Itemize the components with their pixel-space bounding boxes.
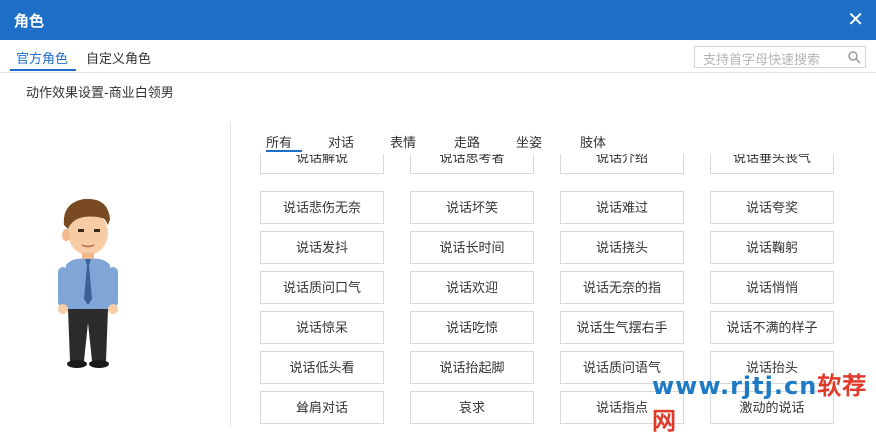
action-button[interactable]: 说话抬起脚 — [410, 351, 534, 384]
tab-sitting[interactable]: 坐姿 — [516, 132, 542, 151]
search-placeholder: 支持首字母快速搜索 — [703, 53, 821, 68]
action-button[interactable]: 说话思考者 — [410, 154, 534, 174]
tab-official-roles[interactable]: 官方角色 — [16, 48, 68, 67]
tab-expression[interactable]: 表情 — [390, 132, 416, 151]
action-button[interactable]: 说话指点 — [560, 391, 684, 424]
close-icon[interactable]: ✕ — [847, 8, 864, 30]
tab-body[interactable]: 肢体 — [580, 132, 606, 151]
action-button[interactable]: 哀求 — [410, 391, 534, 424]
action-button[interactable]: 说话惊呆 — [260, 311, 384, 344]
title-bar: 角色 ✕ — [0, 0, 876, 40]
action-button[interactable]: 说话难过 — [560, 191, 684, 224]
window-title: 角色 — [14, 12, 45, 30]
action-button[interactable]: 说话挠头 — [560, 231, 684, 264]
action-button[interactable]: 激动的说话 — [710, 391, 834, 424]
tab-dialogue[interactable]: 对话 — [328, 132, 354, 151]
tab-custom-roles[interactable]: 自定义角色 — [86, 48, 151, 67]
active-tab-indicator — [10, 69, 76, 71]
active-category-indicator — [266, 150, 302, 152]
action-button[interactable]: 耸肩对话 — [260, 391, 384, 424]
action-button[interactable]: 说话垂头丧气 — [710, 154, 834, 174]
action-button[interactable]: 说话欢迎 — [410, 271, 534, 304]
action-button[interactable]: 说话长时间 — [410, 231, 534, 264]
page-subtitle: 动作效果设置-商业白领男 — [26, 86, 174, 101]
action-button[interactable]: 说话低头看 — [260, 351, 384, 384]
action-grid: 说话解说 说话思考者 说话介绍 说话垂头丧气 说话悲伤无奈 说话坏笑 说话难过 … — [230, 154, 876, 427]
action-button[interactable]: 说话悲伤无奈 — [260, 191, 384, 224]
action-button[interactable]: 说话质问语气 — [560, 351, 684, 384]
character-avatar — [58, 198, 118, 368]
action-button[interactable]: 说话吃惊 — [410, 311, 534, 344]
tab-all[interactable]: 所有 — [266, 132, 292, 151]
search-icon[interactable] — [847, 50, 861, 64]
action-button[interactable]: 说话生气摆右手 — [560, 311, 684, 344]
action-button[interactable]: 说话鞠躬 — [710, 231, 834, 264]
action-button[interactable]: 说话抬头 — [710, 351, 834, 384]
action-button[interactable]: 说话夸奖 — [710, 191, 834, 224]
search-input[interactable]: 支持首字母快速搜索 — [694, 46, 866, 68]
action-button[interactable]: 说话发抖 — [260, 231, 384, 264]
action-button[interactable]: 说话无奈的指 — [560, 271, 684, 304]
action-button[interactable]: 说话介绍 — [560, 154, 684, 174]
action-button[interactable]: 说话解说 — [260, 154, 384, 174]
tab-walking[interactable]: 走路 — [454, 132, 480, 151]
action-button[interactable]: 说话质问口气 — [260, 271, 384, 304]
action-button[interactable]: 说话坏笑 — [410, 191, 534, 224]
action-button[interactable]: 说话悄悄 — [710, 271, 834, 304]
action-button[interactable]: 说话不满的样子 — [710, 311, 834, 344]
category-tab-bar: 所有 对话 表情 走路 坐姿 肢体 — [256, 126, 856, 154]
